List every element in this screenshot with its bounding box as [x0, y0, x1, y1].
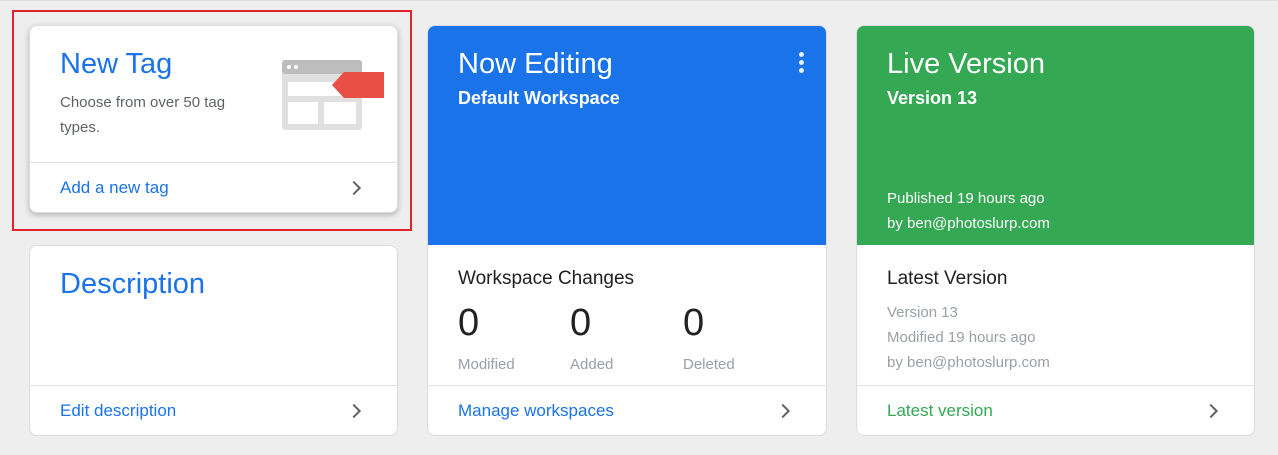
latest-version-details: Version 13 Modified 19 hours ago by ben@… [887, 300, 1050, 375]
stat-modified: 0 Modified [458, 302, 515, 373]
chevron-right-icon [352, 403, 362, 418]
latest-version-link[interactable]: Latest version [857, 385, 1254, 435]
stat-added: 0 Added [570, 302, 613, 373]
latest-version-author: by ben@photoslurp.com [887, 354, 1050, 371]
published-info: Published 19 hours ago by ben@photoslurp… [887, 186, 1050, 236]
stat-value: 0 [570, 302, 592, 344]
edit-description-link[interactable]: Edit description [30, 385, 397, 435]
stat-label: Added [570, 356, 614, 373]
description-card: Description Edit description [29, 245, 398, 436]
add-new-tag-label[interactable]: Add a new tag [60, 178, 169, 198]
live-version-number: Version 13 [887, 88, 978, 108]
published-by: by ben@photoslurp.com [887, 215, 1050, 232]
chevron-right-icon [352, 180, 362, 195]
latest-version-label[interactable]: Latest version [887, 401, 993, 421]
live-version-title: Live Version [887, 48, 1045, 80]
latest-version-number: Version 13 [887, 304, 958, 321]
live-version-card: Live Version Version 13 Published 19 hou… [856, 25, 1255, 436]
now-editing-header: Now Editing Default Workspace [428, 26, 826, 245]
published-time: Published 19 hours ago [887, 190, 1045, 207]
workspace-name: Default Workspace [458, 88, 620, 108]
description-title: Description [60, 268, 206, 300]
stat-deleted: 0 Deleted [683, 302, 735, 373]
stat-label: Modified [458, 356, 515, 373]
browser-tag-illustration-icon [282, 60, 384, 130]
stat-label: Deleted [683, 356, 735, 373]
now-editing-title: Now Editing [458, 48, 613, 80]
manage-workspaces-link[interactable]: Manage workspaces [428, 385, 826, 435]
add-new-tag-link[interactable]: Add a new tag [30, 162, 397, 212]
chevron-right-icon [1209, 403, 1219, 418]
workspace-changes-title: Workspace Changes [458, 268, 635, 289]
new-tag-subtitle: Choose from over 50 tag types. [60, 94, 226, 136]
manage-workspaces-label[interactable]: Manage workspaces [458, 401, 614, 421]
latest-version-title: Latest Version [887, 268, 1008, 289]
top-divider [0, 0, 1278, 1]
live-version-header: Live Version Version 13 Published 19 hou… [857, 26, 1254, 245]
new-tag-title[interactable]: New Tag [60, 48, 172, 81]
now-editing-card: Now Editing Default Workspace Workspace … [427, 25, 827, 436]
new-tag-card[interactable]: New Tag Choose from over 50 tag types. A… [29, 25, 398, 213]
stat-value: 0 [683, 302, 705, 344]
stat-value: 0 [458, 302, 480, 344]
latest-version-modified: Modified 19 hours ago [887, 329, 1036, 346]
edit-description-label[interactable]: Edit description [60, 401, 176, 421]
chevron-right-icon [781, 403, 791, 418]
more-vert-icon[interactable] [796, 52, 806, 76]
